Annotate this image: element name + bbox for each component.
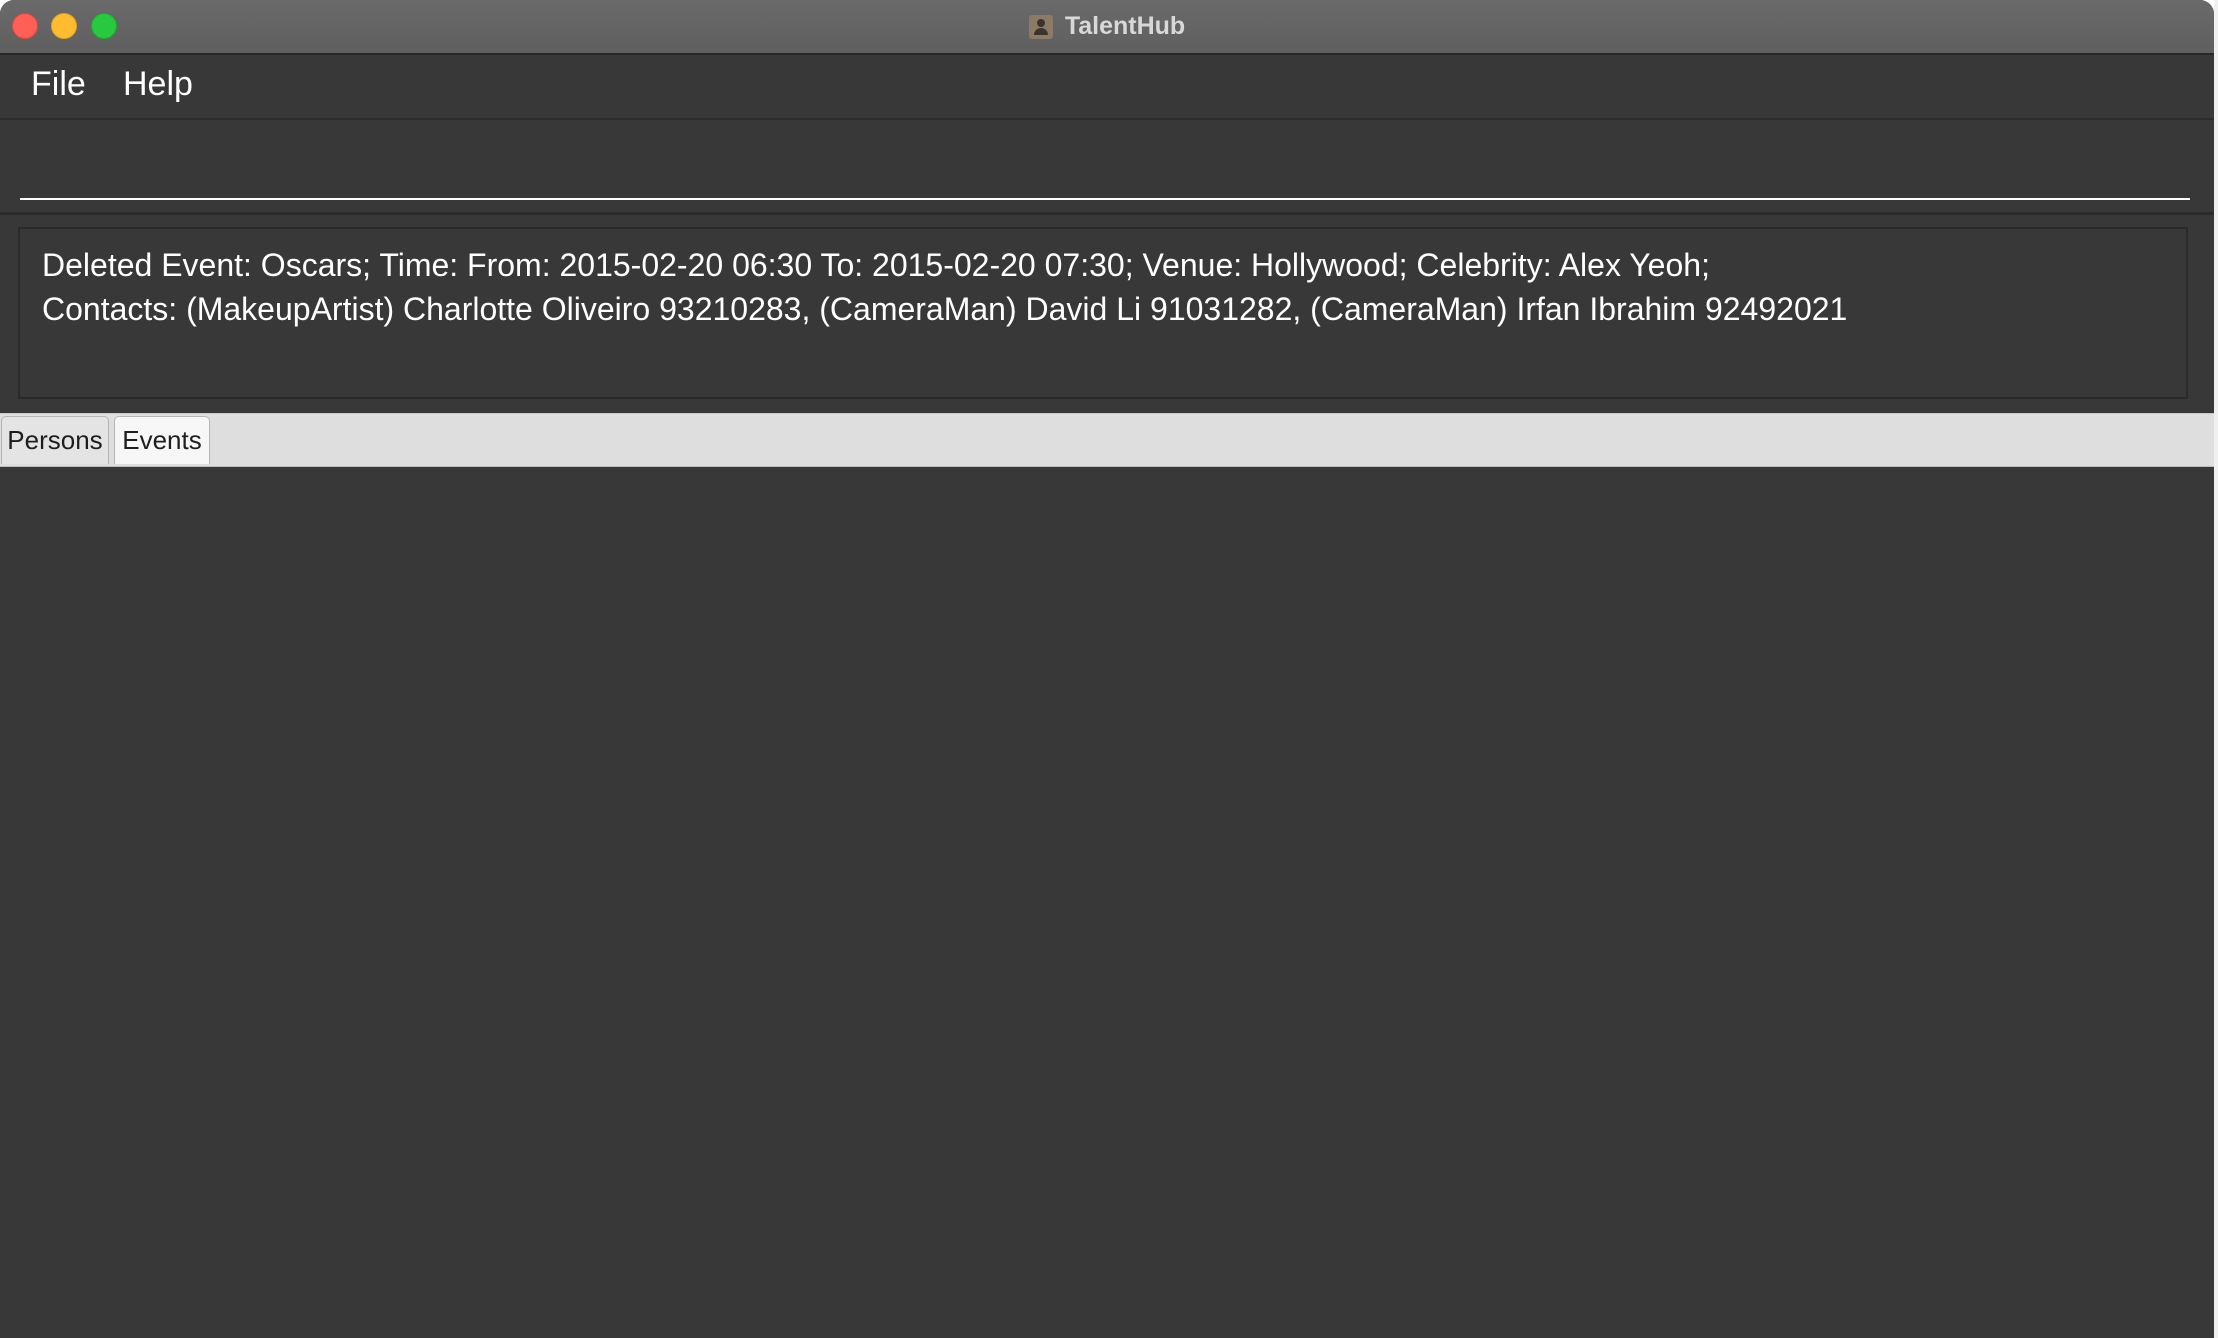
tab-events[interactable]: Events — [114, 416, 210, 464]
command-input[interactable] — [20, 120, 2190, 200]
menu-help[interactable]: Help — [123, 65, 193, 104]
result-line-1: Deleted Event: Oscars; Time: From: 2015-… — [42, 247, 1710, 283]
command-box-container — [0, 120, 2214, 215]
window-title-group: TalentHub — [0, 0, 2214, 53]
result-line-2: Contacts: (MakeupArtist) Charlotte Olive… — [42, 291, 1848, 327]
events-list-panel — [0, 467, 2214, 1338]
window-edge — [2214, 0, 2218, 1338]
window-title: TalentHub — [1064, 12, 1186, 40]
title-bar[interactable]: TalentHub — [0, 0, 2214, 55]
result-display: Deleted Event: Oscars; Time: From: 2015-… — [18, 227, 2188, 399]
menu-bar: File Help — [0, 55, 2214, 120]
contact-card-icon — [1028, 14, 1053, 39]
tab-persons[interactable]: Persons — [1, 416, 109, 464]
tab-bar: Persons Events — [0, 413, 2214, 468]
menu-file[interactable]: File — [31, 65, 86, 104]
app-window: TalentHub File Help Deleted Event: Oscar… — [0, 0, 2214, 1338]
